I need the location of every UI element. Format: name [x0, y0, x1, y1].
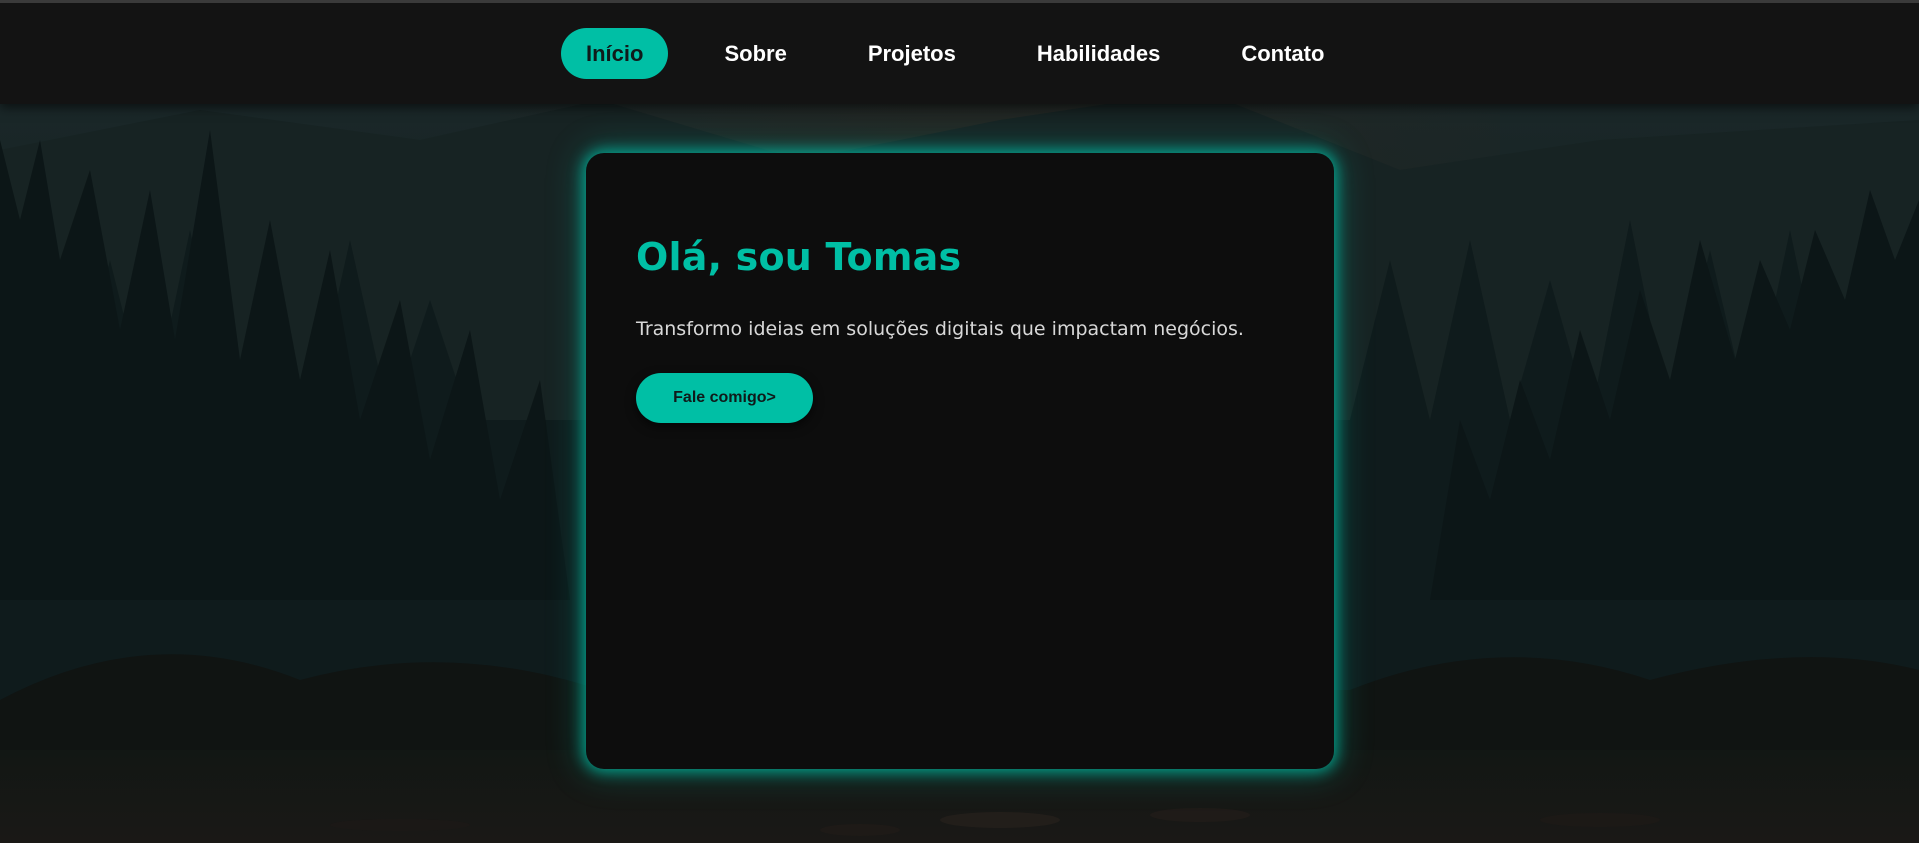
nav-item-projetos[interactable]: Projetos: [843, 28, 981, 79]
nav-item-habilidades[interactable]: Habilidades: [1012, 28, 1185, 79]
hero-subtitle: Transformo ideias em soluções digitais q…: [636, 318, 1244, 340]
hero-title: Olá, sou Tomas: [636, 235, 962, 279]
hero-card: Olá, sou Tomas Transformo ideias em solu…: [586, 153, 1334, 769]
top-navbar: Início Sobre Projetos Habilidades Contat…: [0, 3, 1919, 104]
contact-me-button[interactable]: Fale comigo>: [636, 373, 813, 423]
page: Início Sobre Projetos Habilidades Contat…: [0, 0, 1919, 843]
nav-menu: Início Sobre Projetos Habilidades Contat…: [561, 28, 1349, 79]
nav-item-sobre[interactable]: Sobre: [699, 28, 811, 79]
nav-item-contato[interactable]: Contato: [1216, 28, 1349, 79]
nav-item-inicio[interactable]: Início: [561, 28, 669, 79]
window-top-border: [0, 0, 1919, 3]
